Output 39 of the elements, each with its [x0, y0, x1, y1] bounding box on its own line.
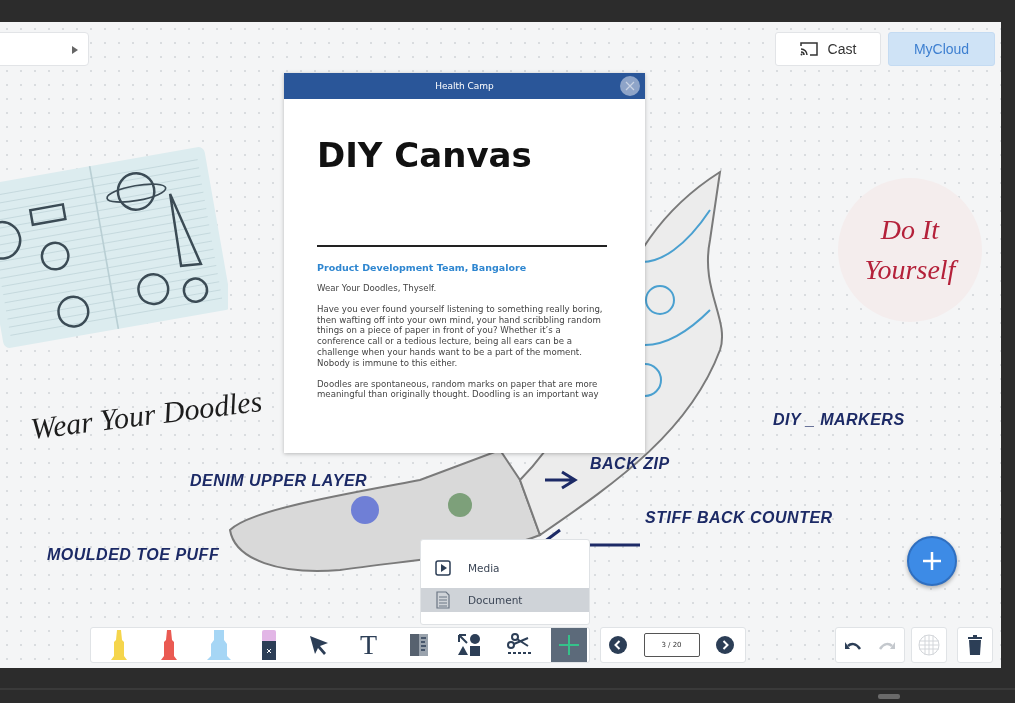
document-paragraph: Wear Your Doodles, Thyself. [317, 283, 438, 294]
script-caption: Wear Your Doodles [28, 383, 265, 447]
document-icon [434, 591, 452, 609]
annotation-label: STIFF BACK COUNTER [645, 509, 833, 527]
grid-globe-icon [918, 634, 940, 656]
next-page-button[interactable] [716, 636, 734, 654]
plus-icon [558, 634, 580, 656]
play-icon [434, 559, 452, 577]
add-fab-button[interactable] [907, 536, 957, 586]
menu-item[interactable]: Document [421, 588, 589, 612]
shapes-icon [456, 633, 481, 657]
annotation-label: BACK ZIP [590, 455, 670, 473]
menu-item[interactable]: Media [421, 556, 589, 580]
delete-button[interactable] [957, 627, 993, 663]
close-icon [625, 81, 635, 91]
close-button[interactable] [620, 76, 640, 96]
badge-text: Do It [880, 214, 940, 246]
document-paragraph: Doodles are spontaneous, random marks on paper that are more meaningful than originally thought. Doodling is an important way [317, 378, 600, 401]
pointer-icon [307, 634, 330, 656]
document-byline: Product Development Team, Bangalore [317, 262, 528, 273]
annotation-label: DENIM UPPER LAYER [190, 472, 368, 490]
document-heading: DIY Canvas [317, 135, 533, 177]
dialog-title: Health Camp [435, 81, 494, 91]
text-tool-button[interactable]: T [346, 628, 391, 662]
status-light [878, 694, 900, 699]
cast-button[interactable]: Cast [775, 32, 881, 66]
plus-icon [922, 551, 942, 571]
cast-icon [799, 42, 818, 56]
annotation-label: MOULDED TOE PUFF [47, 546, 220, 564]
dropdown-field[interactable] [0, 32, 89, 66]
chevron-right-icon [716, 636, 734, 654]
previous-page-button[interactable] [609, 636, 627, 654]
scissors-icon [505, 633, 532, 657]
document-paragraph: Have you ever found yourself listening to something really boring, then wafting off into your own mind, your hand scribbling random things on a piece of paper in front of you? Whether it’s a conference call or a tedious lecture, being all ears can be a challenge when your hands want to be a part of the moment. Nobody is immune to this either. [317, 303, 604, 369]
caret-icon [72, 46, 78, 54]
ruler-icon [408, 633, 429, 657]
trash-icon [968, 635, 982, 655]
annotation-label: DIY _ MARKERS [773, 411, 905, 429]
chevron-left-icon [609, 636, 627, 654]
